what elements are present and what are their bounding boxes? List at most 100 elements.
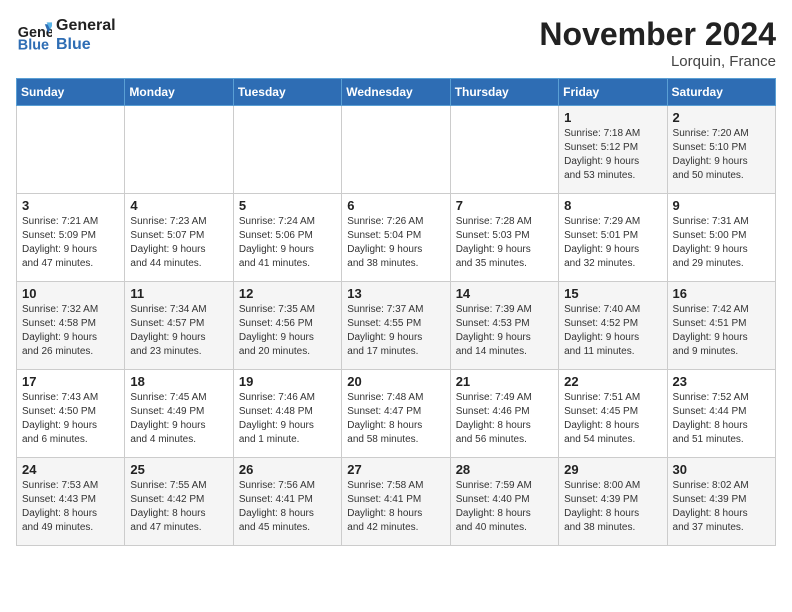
day-info: Sunrise: 7:32 AM Sunset: 4:58 PM Dayligh… [22, 303, 119, 359]
calendar-header-row: SundayMondayTuesdayWednesdayThursdayFrid… [17, 79, 776, 106]
calendar-cell: 11Sunrise: 7:34 AM Sunset: 4:57 PM Dayli… [125, 282, 233, 370]
calendar-cell: 8 Sunrise: 7:29 AM Sunset: 5:01 PM Daylig… [559, 194, 667, 282]
day-info: Sunrise: 7:59 AM Sunset: 4:40 PM Dayligh… [456, 479, 553, 535]
calendar-cell: 16 Sunrise: 7:42 AM Sunset: 4:51 PM Dayli… [667, 282, 775, 370]
day-number: 19 [239, 374, 336, 389]
calendar-cell: 19 Sunrise: 7:46 AM Sunset: 4:48 PM Dayli… [233, 370, 341, 458]
header-saturday: Saturday [667, 79, 775, 106]
calendar-cell [342, 106, 450, 194]
day-info: Sunrise: 7:24 AM Sunset: 5:06 PM Dayligh… [239, 215, 336, 271]
day-info: Sunrise: 7:23 AM Sunset: 5:07 PM Dayligh… [130, 215, 227, 271]
day-info: Sunrise: 7:52 AM Sunset: 4:44 PM Dayligh… [673, 391, 770, 447]
day-number: 27 [347, 462, 444, 477]
svg-text:Blue: Blue [18, 38, 49, 54]
calendar-week-3: 10Sunrise: 7:32 AM Sunset: 4:58 PM Dayli… [17, 282, 776, 370]
day-number: 30 [673, 462, 770, 477]
header-thursday: Thursday [450, 79, 558, 106]
calendar-cell: 14 Sunrise: 7:39 AM Sunset: 4:53 PM Dayli… [450, 282, 558, 370]
day-info: Sunrise: 7:39 AM Sunset: 4:53 PM Dayligh… [456, 303, 553, 359]
calendar-cell: 6Sunrise: 7:26 AM Sunset: 5:04 PM Daylig… [342, 194, 450, 282]
calendar-cell [233, 106, 341, 194]
day-info: Sunrise: 7:29 AM Sunset: 5:01 PM Dayligh… [564, 215, 661, 271]
day-number: 24 [22, 462, 119, 477]
calendar-cell: 4 Sunrise: 7:23 AM Sunset: 5:07 PM Daylig… [125, 194, 233, 282]
calendar-cell: 9Sunrise: 7:31 AM Sunset: 5:00 PM Daylig… [667, 194, 775, 282]
day-number: 4 [130, 198, 227, 213]
day-info: Sunrise: 7:42 AM Sunset: 4:51 PM Dayligh… [673, 303, 770, 359]
calendar-cell: 28 Sunrise: 7:59 AM Sunset: 4:40 PM Dayli… [450, 458, 558, 546]
calendar-cell: 1 Sunrise: 7:18 AM Sunset: 5:12 PM Daylig… [559, 106, 667, 194]
calendar-cell: 13 Sunrise: 7:37 AM Sunset: 4:55 PM Dayli… [342, 282, 450, 370]
calendar-cell: 15 Sunrise: 7:40 AM Sunset: 4:52 PM Dayli… [559, 282, 667, 370]
day-info: Sunrise: 8:02 AM Sunset: 4:39 PM Dayligh… [673, 479, 770, 535]
calendar-cell: 12 Sunrise: 7:35 AM Sunset: 4:56 PM Dayli… [233, 282, 341, 370]
day-number: 28 [456, 462, 553, 477]
month-title: November 2024 [539, 16, 776, 53]
header-monday: Monday [125, 79, 233, 106]
day-info: Sunrise: 7:40 AM Sunset: 4:52 PM Dayligh… [564, 303, 661, 359]
day-number: 12 [239, 286, 336, 301]
day-info: Sunrise: 7:45 AM Sunset: 4:49 PM Dayligh… [130, 391, 227, 447]
day-number: 3 [22, 198, 119, 213]
day-info: Sunrise: 7:51 AM Sunset: 4:45 PM Dayligh… [564, 391, 661, 447]
day-info: Sunrise: 7:46 AM Sunset: 4:48 PM Dayligh… [239, 391, 336, 447]
day-info: Sunrise: 7:35 AM Sunset: 4:56 PM Dayligh… [239, 303, 336, 359]
calendar-cell: 18 Sunrise: 7:45 AM Sunset: 4:49 PM Dayli… [125, 370, 233, 458]
calendar-cell: 26Sunrise: 7:56 AM Sunset: 4:41 PM Dayli… [233, 458, 341, 546]
header: General Blue General Blue November 2024 … [16, 16, 776, 70]
calendar-cell: 5 Sunrise: 7:24 AM Sunset: 5:06 PM Daylig… [233, 194, 341, 282]
day-info: Sunrise: 7:21 AM Sunset: 5:09 PM Dayligh… [22, 215, 119, 271]
day-info: Sunrise: 7:20 AM Sunset: 5:10 PM Dayligh… [673, 127, 770, 183]
day-info: Sunrise: 7:43 AM Sunset: 4:50 PM Dayligh… [22, 391, 119, 447]
day-number: 16 [673, 286, 770, 301]
logo-icon: General Blue [16, 17, 52, 53]
header-wednesday: Wednesday [342, 79, 450, 106]
title-area: November 2024 Lorquin, France [539, 16, 776, 70]
day-number: 29 [564, 462, 661, 477]
calendar-cell: 30 Sunrise: 8:02 AM Sunset: 4:39 PM Dayli… [667, 458, 775, 546]
day-number: 22 [564, 374, 661, 389]
calendar-cell: 23 Sunrise: 7:52 AM Sunset: 4:44 PM Dayli… [667, 370, 775, 458]
day-number: 18 [130, 374, 227, 389]
calendar-table: SundayMondayTuesdayWednesdayThursdayFrid… [16, 78, 776, 546]
day-number: 25 [130, 462, 227, 477]
day-info: Sunrise: 7:37 AM Sunset: 4:55 PM Dayligh… [347, 303, 444, 359]
day-number: 21 [456, 374, 553, 389]
day-info: Sunrise: 7:58 AM Sunset: 4:41 PM Dayligh… [347, 479, 444, 535]
day-number: 14 [456, 286, 553, 301]
day-info: Sunrise: 7:34 AM Sunset: 4:57 PM Dayligh… [130, 303, 227, 359]
calendar-cell: 17Sunrise: 7:43 AM Sunset: 4:50 PM Dayli… [17, 370, 125, 458]
header-tuesday: Tuesday [233, 79, 341, 106]
logo-general: General [56, 16, 116, 35]
location: Lorquin, France [539, 53, 776, 70]
day-number: 23 [673, 374, 770, 389]
day-number: 13 [347, 286, 444, 301]
day-info: Sunrise: 7:53 AM Sunset: 4:43 PM Dayligh… [22, 479, 119, 535]
calendar-cell: 21 Sunrise: 7:49 AM Sunset: 4:46 PM Dayli… [450, 370, 558, 458]
calendar-cell [450, 106, 558, 194]
day-number: 2 [673, 110, 770, 125]
day-info: Sunrise: 7:55 AM Sunset: 4:42 PM Dayligh… [130, 479, 227, 535]
day-info: Sunrise: 7:18 AM Sunset: 5:12 PM Dayligh… [564, 127, 661, 183]
calendar-cell [17, 106, 125, 194]
calendar-cell: 7Sunrise: 7:28 AM Sunset: 5:03 PM Daylig… [450, 194, 558, 282]
header-sunday: Sunday [17, 79, 125, 106]
calendar-cell: 2 Sunrise: 7:20 AM Sunset: 5:10 PM Daylig… [667, 106, 775, 194]
calendar-week-5: 24 Sunrise: 7:53 AM Sunset: 4:43 PM Dayli… [17, 458, 776, 546]
day-info: Sunrise: 8:00 AM Sunset: 4:39 PM Dayligh… [564, 479, 661, 535]
calendar-cell: 25 Sunrise: 7:55 AM Sunset: 4:42 PM Dayli… [125, 458, 233, 546]
day-number: 9 [673, 198, 770, 213]
calendar-cell: 20Sunrise: 7:48 AM Sunset: 4:47 PM Dayli… [342, 370, 450, 458]
day-number: 5 [239, 198, 336, 213]
day-info: Sunrise: 7:49 AM Sunset: 4:46 PM Dayligh… [456, 391, 553, 447]
day-number: 15 [564, 286, 661, 301]
calendar-week-2: 3 Sunrise: 7:21 AM Sunset: 5:09 PM Daylig… [17, 194, 776, 282]
day-number: 1 [564, 110, 661, 125]
day-info: Sunrise: 7:26 AM Sunset: 5:04 PM Dayligh… [347, 215, 444, 271]
calendar-week-1: 1 Sunrise: 7:18 AM Sunset: 5:12 PM Daylig… [17, 106, 776, 194]
day-info: Sunrise: 7:28 AM Sunset: 5:03 PM Dayligh… [456, 215, 553, 271]
day-number: 8 [564, 198, 661, 213]
calendar-week-4: 17Sunrise: 7:43 AM Sunset: 4:50 PM Dayli… [17, 370, 776, 458]
day-number: 26 [239, 462, 336, 477]
calendar-cell: 10Sunrise: 7:32 AM Sunset: 4:58 PM Dayli… [17, 282, 125, 370]
